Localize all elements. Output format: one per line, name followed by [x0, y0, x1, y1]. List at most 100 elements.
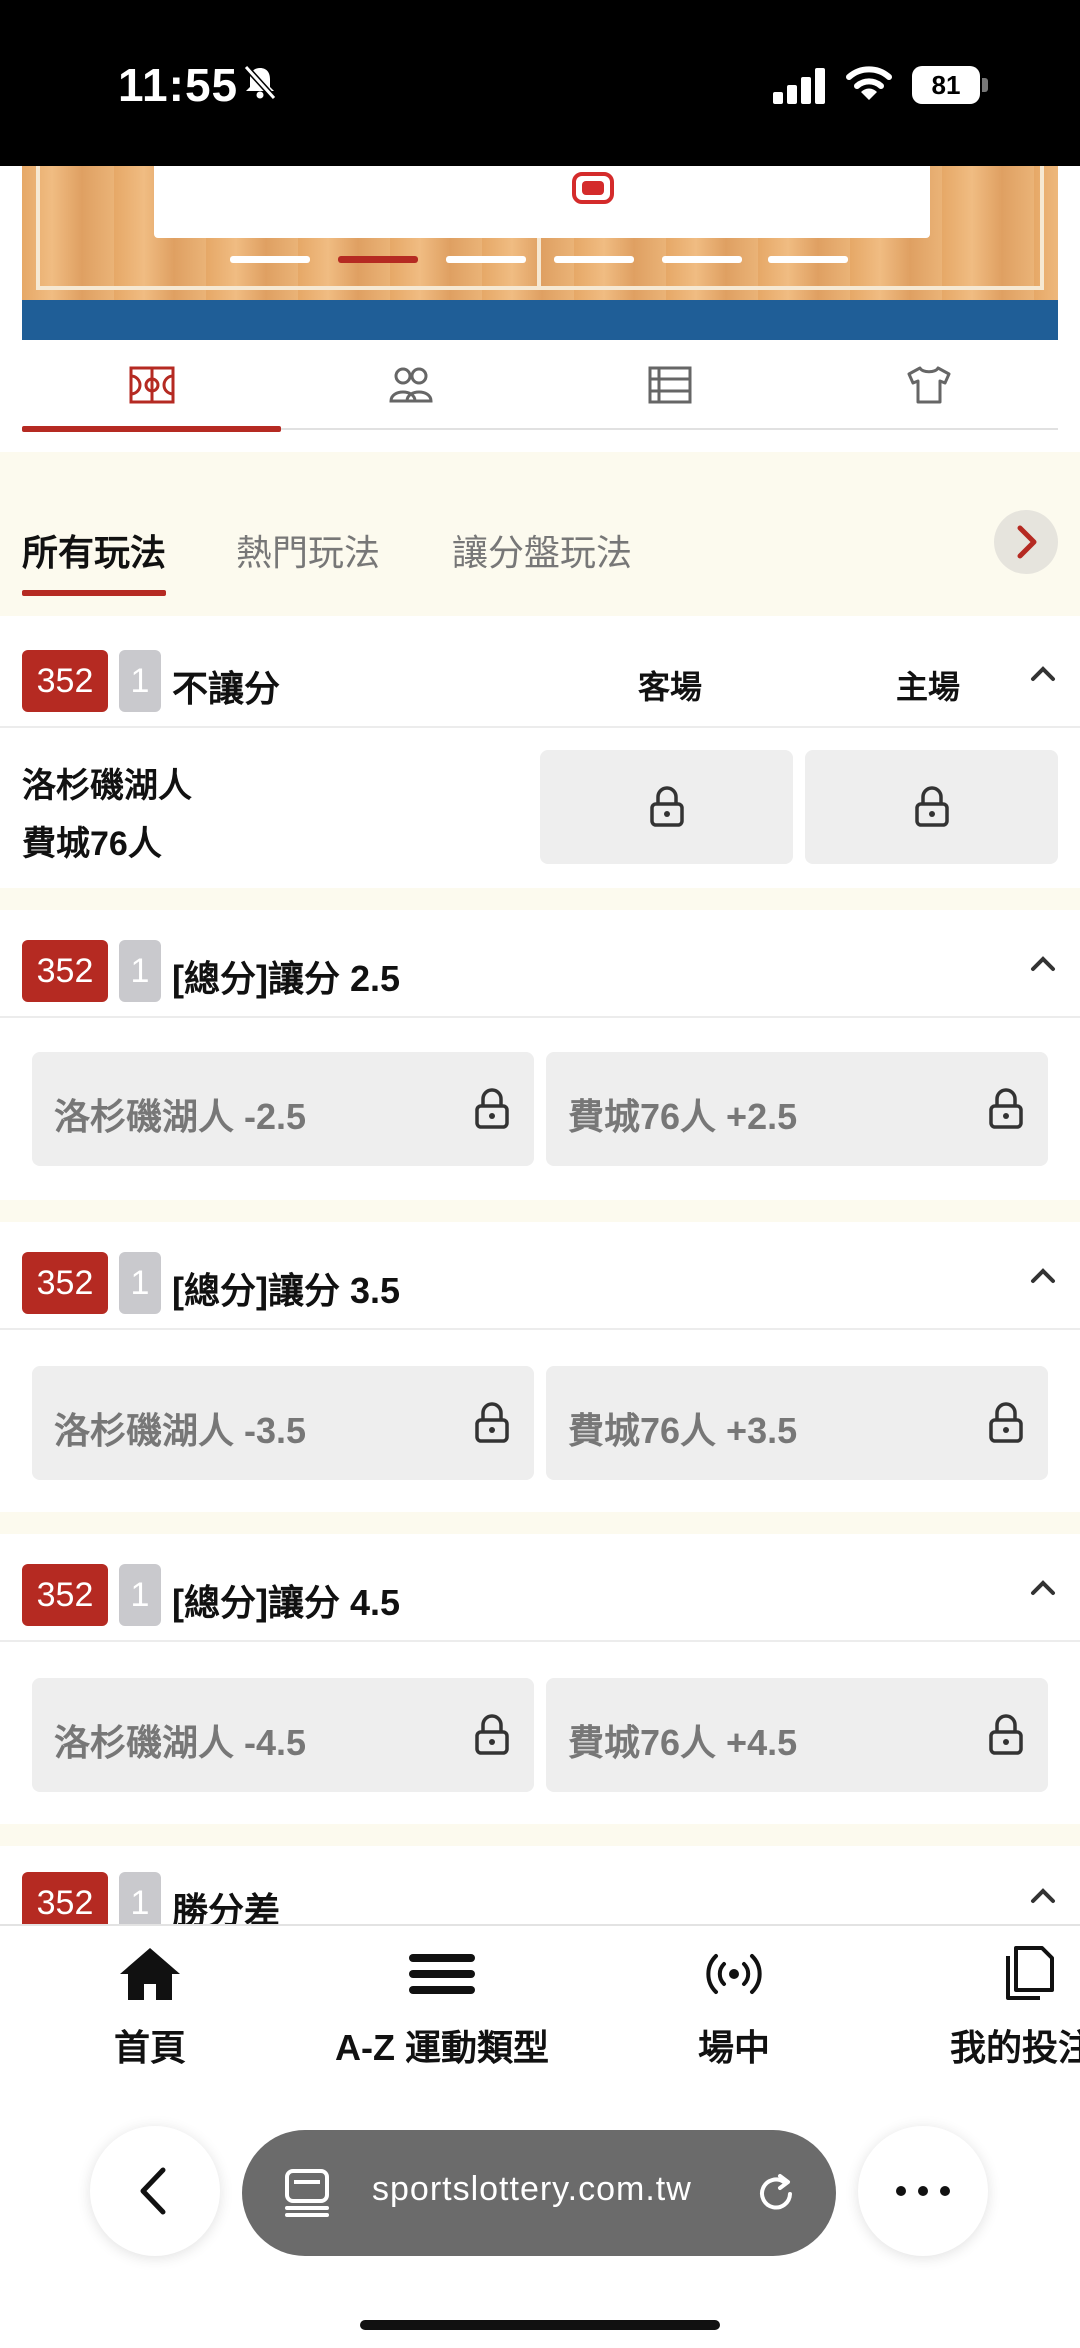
section-divider — [0, 1200, 1080, 1222]
collapse-caret-icon[interactable] — [1030, 1580, 1056, 1596]
tab-stats[interactable] — [540, 340, 799, 430]
market-title: 不讓分 — [172, 668, 281, 709]
option-label: 費城76人 +2.5 — [568, 1096, 798, 1137]
options-row: 洛杉磯湖人 -2.5 費城76人 +2.5 — [0, 1018, 1080, 1200]
home-indicator — [360, 2320, 720, 2330]
team-away-name: 洛杉磯湖人 — [22, 767, 192, 805]
collapse-caret-icon[interactable] — [1030, 1888, 1056, 1904]
nav-home[interactable]: 首頁 — [90, 1944, 210, 2071]
option-home-locked[interactable]: 費城76人 +4.5 — [546, 1678, 1048, 1792]
carousel-dot[interactable] — [446, 256, 526, 263]
reload-icon[interactable] — [754, 2172, 798, 2216]
period-badge: 1 — [119, 1564, 161, 1626]
section-divider — [0, 888, 1080, 910]
section-divider — [0, 1512, 1080, 1534]
market-header-total-2-5[interactable]: 352 1 [總分]讓分 2.5 — [0, 910, 1080, 1018]
nav-live[interactable]: 場中 — [674, 1944, 794, 2071]
nav-label: 我的投注 — [950, 2027, 1080, 2068]
option-away-locked[interactable]: 洛杉磯湖人 -2.5 — [32, 1052, 534, 1166]
more-button[interactable] — [858, 2126, 988, 2256]
lock-icon — [475, 1402, 509, 1443]
basketball-court-icon — [129, 366, 174, 404]
game-number-badge: 352 — [22, 1872, 108, 1924]
players-icon — [388, 367, 433, 403]
option-label: 費城76人 +4.5 — [568, 1722, 798, 1763]
battery-indicator: 81 — [912, 66, 980, 104]
lock-icon — [475, 1088, 509, 1129]
market-title: [總分]讓分 4.5 — [172, 1582, 401, 1623]
view-tabs — [22, 340, 1058, 432]
option-away-locked[interactable]: 洛杉磯湖人 -4.5 — [32, 1678, 534, 1792]
carousel-dot[interactable] — [230, 256, 310, 263]
bell-muted-icon — [243, 64, 277, 101]
game-number-badge: 352 — [22, 1252, 108, 1314]
column-home: 主場 — [896, 669, 961, 705]
url-text: sportslottery.com.tw — [372, 2170, 692, 2208]
market-title: [總分]讓分 2.5 — [172, 958, 401, 999]
scroll-tabs-right-button[interactable] — [994, 510, 1058, 574]
nav-my-bets[interactable]: 我的投注 — [950, 1944, 1080, 2071]
nav-label: 首頁 — [113, 2027, 186, 2068]
collapse-caret-icon[interactable] — [1030, 956, 1056, 972]
option-label: 洛杉磯湖人 -3.5 — [54, 1410, 307, 1451]
collapse-caret-icon[interactable] — [1030, 666, 1056, 682]
carousel-dot[interactable] — [768, 256, 848, 263]
tab-layout-icon — [285, 2169, 329, 2217]
game-number-badge: 352 — [22, 650, 108, 712]
game-number-badge: 352 — [22, 1564, 108, 1626]
nav-label: 場中 — [697, 2027, 770, 2068]
options-row: 洛杉磯湖人 -3.5 費城76人 +3.5 — [0, 1330, 1080, 1512]
option-label: 洛杉磯湖人 -2.5 — [54, 1096, 307, 1137]
carousel-dot[interactable] — [554, 256, 634, 263]
tab-all-markets[interactable]: 所有玩法 — [22, 524, 167, 596]
market-header-total-3-5[interactable]: 352 1 [總分]讓分 3.5 — [0, 1222, 1080, 1330]
tab-lineup[interactable] — [799, 340, 1058, 430]
period-badge: 1 — [119, 940, 161, 1002]
option-label: 費城76人 +3.5 — [568, 1410, 798, 1451]
odds-home-locked[interactable] — [805, 750, 1058, 864]
team-home-name: 費城76人 — [22, 825, 162, 863]
menu-icon — [409, 1954, 475, 1994]
moneyline-row: 洛杉磯湖人 費城76人 — [0, 728, 1080, 888]
option-home-locked[interactable]: 費城76人 +3.5 — [546, 1366, 1048, 1480]
browser-toolbar: sportslottery.com.tw — [0, 2090, 1080, 2348]
carousel-dot-active[interactable] — [338, 256, 418, 263]
home-icon — [120, 1948, 180, 2000]
status-bar: 11:55 81 — [0, 0, 1080, 166]
section-divider — [0, 1824, 1080, 1846]
market-header-moneyline[interactable]: 352 1 不讓分 客場 主場 — [0, 620, 1080, 728]
address-bar[interactable]: sportslottery.com.tw — [242, 2130, 836, 2256]
scoreboard-card — [154, 166, 930, 238]
nav-sports-az[interactable]: A-Z 運動類型 — [322, 1944, 562, 2071]
market-header-total-4-5[interactable]: 352 1 [總分]讓分 4.5 — [0, 1534, 1080, 1642]
collapse-caret-icon[interactable] — [1030, 1268, 1056, 1284]
column-away: 客場 — [638, 669, 703, 705]
odds-away-locked[interactable] — [540, 750, 793, 864]
chevron-left-icon — [140, 2167, 166, 2215]
tab-court[interactable] — [22, 340, 281, 432]
period-badge: 1 — [119, 1872, 161, 1924]
live-record-icon — [572, 172, 614, 204]
back-button[interactable] — [90, 2126, 220, 2256]
clock: 11:55 — [118, 59, 239, 111]
nav-label: A-Z 運動類型 — [335, 2027, 549, 2068]
lock-icon — [989, 1714, 1023, 1755]
option-away-locked[interactable]: 洛杉磯湖人 -3.5 — [32, 1366, 534, 1480]
jersey-icon — [907, 366, 950, 404]
tab-players[interactable] — [281, 340, 540, 430]
option-home-locked[interactable]: 費城76人 +2.5 — [546, 1052, 1048, 1166]
tab-handicap-markets[interactable]: 讓分盤玩法 — [452, 524, 632, 576]
option-label: 洛杉磯湖人 -4.5 — [54, 1722, 307, 1763]
game-number-badge: 352 — [22, 940, 108, 1002]
bottom-navigation: 首頁 A-Z 運動類型 場中 我的投注 — [0, 1924, 1080, 2090]
options-row: 洛杉磯湖人 -4.5 費城76人 +4.5 — [0, 1642, 1080, 1824]
market-header-winning-margin[interactable]: 352 1 勝分差 — [0, 1846, 1080, 1924]
market-title: [總分]讓分 3.5 — [172, 1270, 401, 1311]
carousel-dot[interactable] — [662, 256, 742, 263]
market-tabs: 所有玩法 熱門玩法 讓分盤玩法 — [0, 452, 1080, 616]
tab-popular-markets[interactable]: 熱門玩法 — [236, 524, 380, 576]
lock-icon — [989, 1088, 1023, 1129]
list-icon — [648, 366, 691, 404]
more-dots-icon — [896, 2186, 950, 2196]
lock-icon — [475, 1714, 509, 1755]
